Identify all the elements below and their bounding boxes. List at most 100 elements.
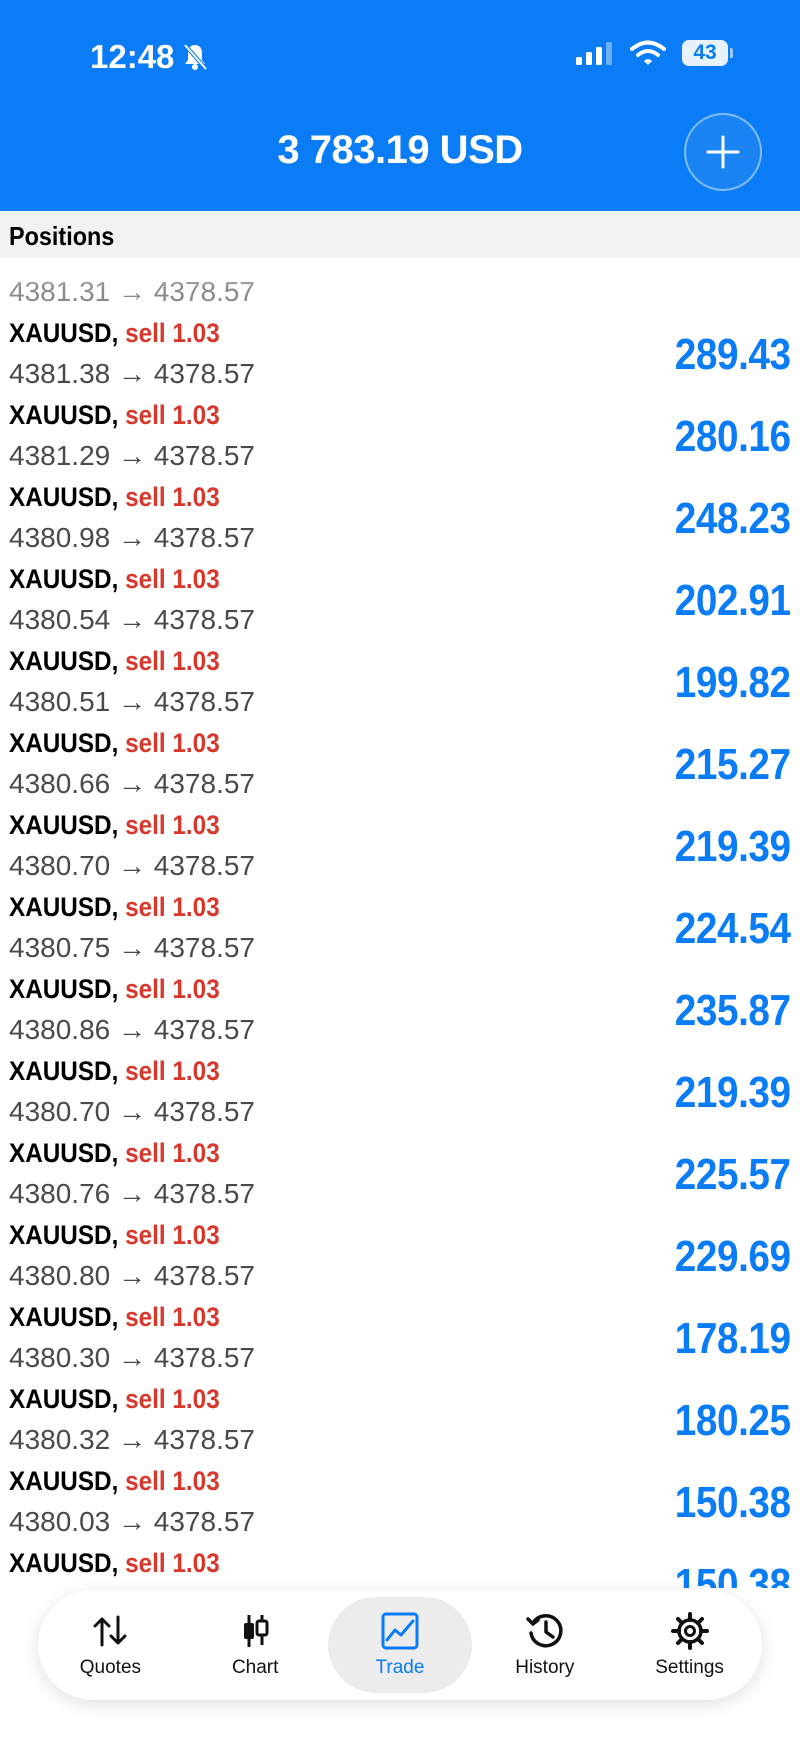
position-symbol: XAUUSD, — [9, 974, 119, 1004]
quotes-arrows-icon — [93, 1615, 127, 1647]
position-title: XAUUSD, sell 1.03 — [9, 728, 220, 759]
bottom-tab-bar: Quotes Chart Trade History Settings — [38, 1590, 762, 1700]
position-profit: 248.23 — [675, 494, 791, 543]
battery-indicator: 43 — [682, 40, 733, 66]
position-side-volume: sell 1.03 — [125, 1220, 220, 1250]
position-row[interactable]: XAUUSD, sell 1.03 4380.54 → 4378.57 202.91 — [0, 558, 800, 640]
position-prices: 4381.29 → 4378.57 — [9, 440, 255, 471]
position-row[interactable]: XAUUSD, sell 1.03 4380.80 → 4378.57 229.69 — [0, 1214, 800, 1296]
position-symbol: XAUUSD, — [9, 646, 119, 676]
position-side-volume: sell 1.03 — [125, 318, 220, 348]
position-profit: 150.38 — [675, 1478, 791, 1527]
position-symbol: XAUUSD, — [9, 318, 119, 348]
position-row[interactable]: XAUUSD, sell 1.03 4380.76 → 4378.57 225.57 — [0, 1132, 800, 1214]
position-side-volume: sell 1.03 — [125, 1384, 220, 1414]
position-title: XAUUSD, sell 1.03 — [9, 482, 220, 513]
new-order-button[interactable] — [684, 113, 762, 191]
position-prices: 4380.70 → 4378.57 — [9, 1096, 255, 1127]
position-profit: 199.82 — [675, 658, 791, 707]
position-symbol: XAUUSD, — [9, 482, 119, 512]
position-prices: 4380.32 → 4378.57 — [9, 1424, 255, 1455]
position-title: XAUUSD, sell 1.03 — [9, 1466, 220, 1497]
app-header: 12:48 43 3 783.19 USD — [0, 0, 800, 211]
position-prices: 4380.03 → 4378.57 — [9, 1506, 255, 1537]
position-profit: 219.39 — [675, 1068, 791, 1117]
tab-settings[interactable]: Settings — [617, 1597, 762, 1693]
wifi-icon — [630, 40, 666, 65]
tab-label: Chart — [231, 1657, 279, 1678]
position-title: XAUUSD, sell 1.03 — [9, 974, 220, 1005]
position-profit: 150.38 — [675, 1560, 791, 1588]
position-symbol: XAUUSD, — [9, 892, 119, 922]
position-row[interactable]: XAUUSD, sell 1.03 4380.70 → 4378.57 219.39 — [0, 1050, 800, 1132]
candlestick-chart-icon — [244, 1615, 269, 1647]
position-symbol: XAUUSD, — [9, 1138, 119, 1168]
position-prices: 4380.51 → 4378.57 — [9, 686, 255, 717]
position-title: XAUUSD, sell 1.03 — [9, 1548, 220, 1579]
position-side-volume: sell 1.03 — [125, 400, 220, 430]
position-symbol: XAUUSD, — [9, 1302, 119, 1332]
position-prices: 4380.54 → 4378.57 — [9, 604, 255, 635]
position-row[interactable]: XAUUSD, sell 1.03 4380.70 → 4378.57 219.39 — [0, 804, 800, 886]
position-title: XAUUSD, sell 1.03 — [9, 810, 220, 841]
position-symbol: XAUUSD, — [9, 728, 119, 758]
position-symbol: XAUUSD, — [9, 1548, 119, 1578]
position-row[interactable]: XAUUSD, sell 1.03 4381.29 → 4378.57 280.16 — [0, 394, 800, 476]
tab-history[interactable]: History — [472, 1597, 617, 1693]
position-profit: 178.19 — [675, 1314, 791, 1363]
position-row[interactable]: XAUUSD, sell 1.03 4380.98 → 4378.57 248.23 — [0, 476, 800, 558]
position-row[interactable]: XAUUSD, sell 1.03 4380.86 → 4378.57 235.87 — [0, 968, 800, 1050]
tab-label: Trade — [375, 1657, 425, 1678]
gear-icon — [670, 1612, 709, 1650]
position-side-volume: sell 1.03 — [125, 1056, 220, 1086]
position-side-volume: sell 1.03 — [125, 564, 220, 594]
tab-label: History — [515, 1657, 575, 1678]
position-profit: 289.43 — [675, 330, 791, 379]
position-row[interactable]: XAUUSD, sell 1.03 4380.51 → 4378.57 199.82 — [0, 640, 800, 722]
position-symbol: XAUUSD, — [9, 1466, 119, 1496]
positions-section-header: Positions — [0, 211, 800, 258]
bell-off-icon — [183, 43, 208, 71]
history-clock-icon — [526, 1614, 563, 1648]
position-profit: 280.16 — [675, 412, 791, 461]
position-symbol: XAUUSD, — [9, 1056, 119, 1086]
position-symbol: XAUUSD, — [9, 1384, 119, 1414]
position-side-volume: sell 1.03 — [125, 1138, 220, 1168]
position-row[interactable]: XAUUSD, sell 1.03 4381.38 → 4378.57 289.43 — [0, 312, 800, 394]
position-side-volume: sell 1.03 — [125, 646, 220, 676]
position-prices: 4380.80 → 4378.57 — [9, 1260, 255, 1291]
position-side-volume: sell 1.03 — [125, 1466, 220, 1496]
position-profit: 202.91 — [675, 576, 791, 625]
position-side-volume: sell 1.03 — [125, 1548, 220, 1578]
tab-chart[interactable]: Chart — [183, 1597, 328, 1693]
account-balance: 3 783.19 USD — [277, 128, 523, 172]
position-row[interactable]: XAUUSD, sell 1.03 4380.75 → 4378.57 224.54 — [0, 886, 800, 968]
position-profit: 235.87 — [675, 986, 791, 1035]
position-symbol: XAUUSD, — [9, 810, 119, 840]
position-side-volume: sell 1.03 — [125, 892, 220, 922]
positions-list[interactable]: 4381.31 → 4378.57 XAUUSD, sell 1.03 4381.3… — [0, 258, 800, 1588]
position-prices: 4380.75 → 4378.57 — [9, 932, 255, 963]
tab-trade[interactable]: Trade — [327, 1597, 473, 1693]
tab-label: Settings — [655, 1657, 724, 1678]
position-profit: 225.57 — [675, 1150, 791, 1199]
position-title: XAUUSD, sell 1.03 — [9, 564, 220, 595]
position-prices: 4380.76 → 4378.57 — [9, 1178, 255, 1209]
position-side-volume: sell 1.03 — [125, 810, 220, 840]
position-row[interactable]: XAUUSD, sell 1.03 4380.30 → 4378.57 178.19 — [0, 1296, 800, 1378]
position-title: XAUUSD, sell 1.03 — [9, 1384, 220, 1415]
position-profit: 224.54 — [675, 904, 791, 953]
status-bar-indicators: 43 — [574, 40, 733, 66]
position-title: XAUUSD, sell 1.03 — [9, 1056, 220, 1087]
position-row[interactable]: XAUUSD, sell 1.03 4380.03 → 4378.57 150.38 — [0, 1460, 800, 1542]
position-prices: 4380.70 → 4378.57 — [9, 850, 255, 881]
position-symbol: XAUUSD, — [9, 400, 119, 430]
position-row[interactable]: XAUUSD, sell 1.03 4380.66 → 4378.57 215.27 — [0, 722, 800, 804]
tab-quotes[interactable]: Quotes — [38, 1597, 183, 1693]
trade-chart-icon — [381, 1612, 419, 1650]
position-row[interactable]: XAUUSD, sell 1.03 4380.32 → 4378.57 180.25 — [0, 1378, 800, 1460]
position-profit: 180.25 — [675, 1396, 791, 1445]
position-title: XAUUSD, sell 1.03 — [9, 1302, 220, 1333]
position-row[interactable]: XAUUSD, sell 1.034380.03 → 4378.57150.38 — [0, 1542, 800, 1588]
position-prices: 4380.66 → 4378.57 — [9, 768, 255, 799]
